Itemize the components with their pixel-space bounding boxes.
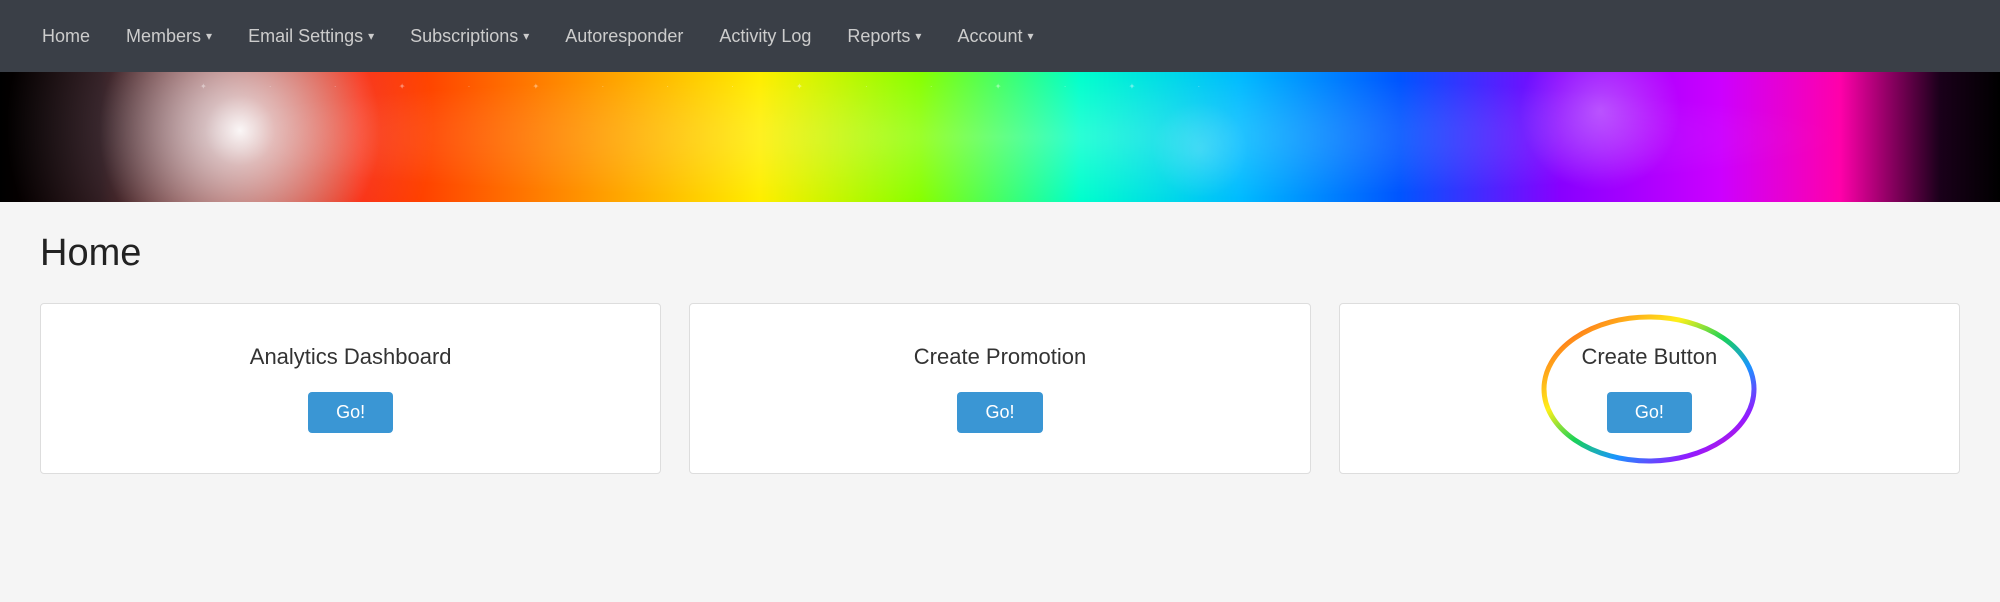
subscriptions-caret-icon: ▾ xyxy=(523,29,529,43)
create-button-go-button[interactable]: Go! xyxy=(1607,392,1692,433)
create-promotion-card: Create Promotion Go! xyxy=(689,303,1310,474)
nav-home[interactable]: Home xyxy=(24,0,108,72)
nav-subscriptions[interactable]: Subscriptions ▾ xyxy=(392,0,547,72)
email-settings-caret-icon: ▾ xyxy=(368,29,374,43)
nav-members[interactable]: Members ▾ xyxy=(108,0,230,72)
create-promotion-go-button[interactable]: Go! xyxy=(957,392,1042,433)
main-content: Home Analytics Dashboard Go! Create Prom… xyxy=(0,202,2000,524)
main-nav: Home Members ▾ Email Settings ▾ Subscrip… xyxy=(0,0,2000,72)
nav-activity-log[interactable]: Activity Log xyxy=(701,0,829,72)
rainbow-ring-icon xyxy=(1539,309,1759,469)
create-button-title: Create Button xyxy=(1581,344,1717,370)
nav-account[interactable]: Account ▾ xyxy=(939,0,1051,72)
nav-reports[interactable]: Reports ▾ xyxy=(829,0,939,72)
members-caret-icon: ▾ xyxy=(206,29,212,43)
account-caret-icon: ▾ xyxy=(1028,29,1034,43)
analytics-dashboard-title: Analytics Dashboard xyxy=(250,344,452,370)
hero-banner xyxy=(0,72,2000,202)
nav-autoresponder[interactable]: Autoresponder xyxy=(547,0,701,72)
analytics-dashboard-go-button[interactable]: Go! xyxy=(308,392,393,433)
page-title: Home xyxy=(40,232,1960,275)
analytics-dashboard-card: Analytics Dashboard Go! xyxy=(40,303,661,474)
cards-row: Analytics Dashboard Go! Create Promotion… xyxy=(40,303,1960,474)
reports-caret-icon: ▾ xyxy=(915,29,921,43)
nav-email-settings[interactable]: Email Settings ▾ xyxy=(230,0,392,72)
create-promotion-title: Create Promotion xyxy=(914,344,1086,370)
create-button-card: Create Button Go! xyxy=(1339,303,1960,474)
